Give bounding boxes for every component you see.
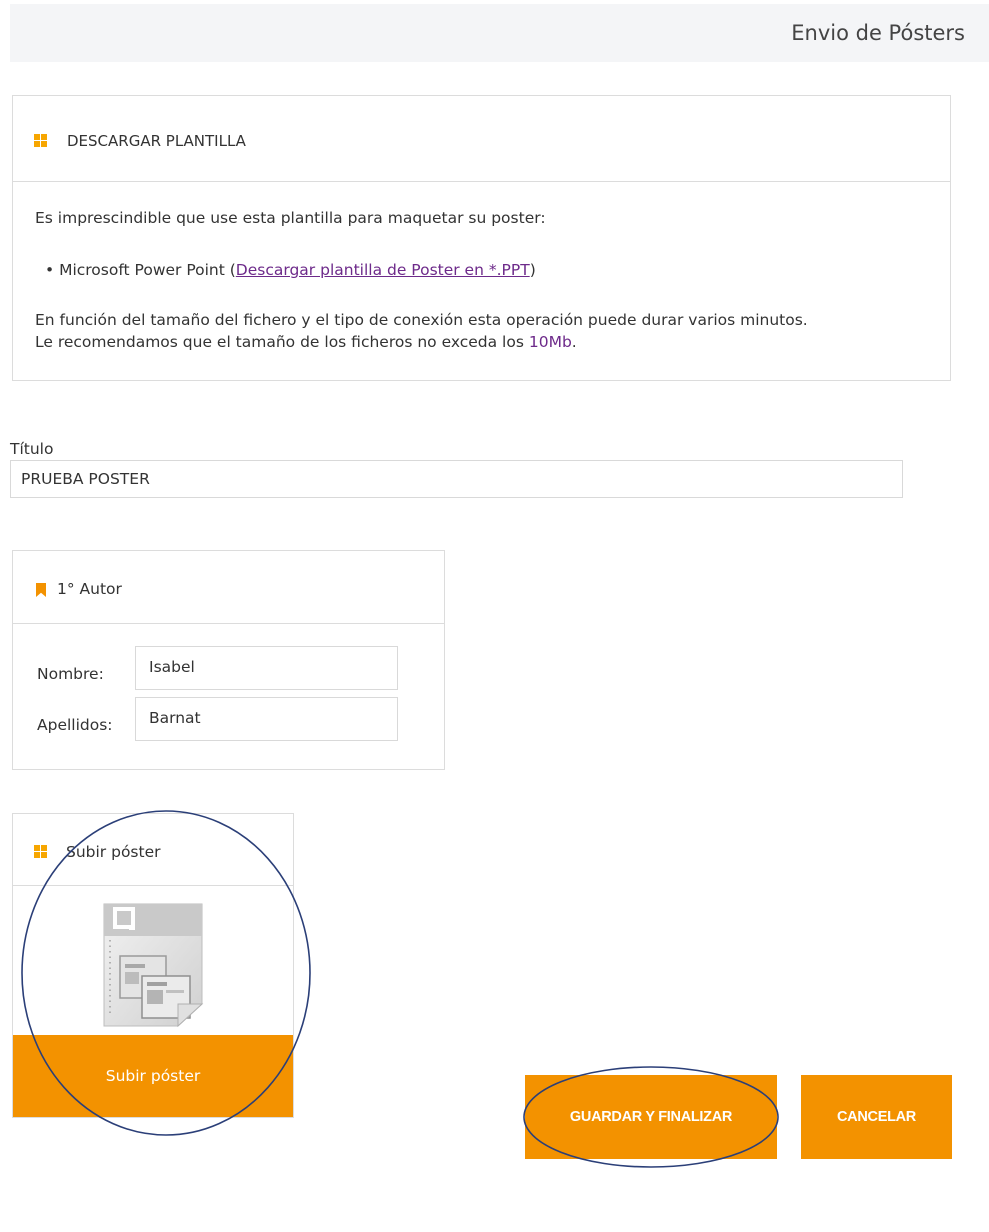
template-intro-text: Es imprescindible que use esta plantilla… bbox=[35, 209, 546, 227]
upload-poster-panel: Subir póster Subir póster bbox=[12, 813, 294, 1118]
bullet-prefix: Microsoft Power Point ( bbox=[59, 261, 236, 279]
download-template-link[interactable]: Descargar plantilla de Poster en *.PPT bbox=[236, 261, 530, 279]
presentation-file-icon bbox=[103, 903, 204, 1028]
title-input[interactable]: PRUEBA POSTER bbox=[10, 460, 903, 498]
note-prefix: Le recomendamos que el tamaño de los fic… bbox=[35, 333, 529, 351]
title-label: Título bbox=[10, 440, 54, 458]
template-panel-header: DESCARGAR PLANTILLA bbox=[13, 96, 950, 182]
upload-note-line2: Le recomendamos que el tamaño de los fic… bbox=[35, 333, 577, 351]
name-input[interactable]: Isabel bbox=[135, 646, 398, 690]
template-bullet: • Microsoft Power Point (Descargar plant… bbox=[45, 261, 536, 279]
template-panel-title: DESCARGAR PLANTILLA bbox=[67, 132, 246, 150]
template-download-panel: DESCARGAR PLANTILLA Es imprescindible qu… bbox=[12, 95, 951, 381]
bullet-dot: • bbox=[45, 261, 60, 279]
size-limit: 10Mb bbox=[528, 333, 572, 351]
save-and-finish-button[interactable]: GUARDAR Y FINALIZAR bbox=[525, 1075, 777, 1159]
author-panel-title: 1° Autor bbox=[57, 580, 122, 598]
cancel-button[interactable]: CANCELAR bbox=[801, 1075, 952, 1159]
surname-input[interactable]: Barnat bbox=[135, 697, 398, 741]
note-suffix: . bbox=[571, 333, 577, 351]
upload-note-line1: En función del tamaño del fichero y el t… bbox=[35, 311, 808, 329]
author-panel-header: 1° Autor bbox=[13, 551, 444, 624]
upload-panel-header: Subir póster bbox=[13, 814, 293, 886]
grid-icon bbox=[34, 845, 47, 858]
bookmark-icon bbox=[36, 583, 46, 597]
upload-panel-title: Subir póster bbox=[66, 843, 161, 861]
author-panel: 1° Autor Nombre: Isabel Apellidos: Barna… bbox=[12, 550, 445, 770]
surname-label: Apellidos: bbox=[37, 716, 113, 734]
name-label: Nombre: bbox=[37, 665, 104, 683]
bullet-suffix: ) bbox=[529, 261, 536, 279]
upload-poster-button[interactable]: Subir póster bbox=[13, 1035, 293, 1117]
grid-icon bbox=[34, 134, 47, 147]
page-header: Envio de Pósters bbox=[10, 4, 989, 62]
page-title: Envio de Pósters bbox=[791, 21, 965, 45]
